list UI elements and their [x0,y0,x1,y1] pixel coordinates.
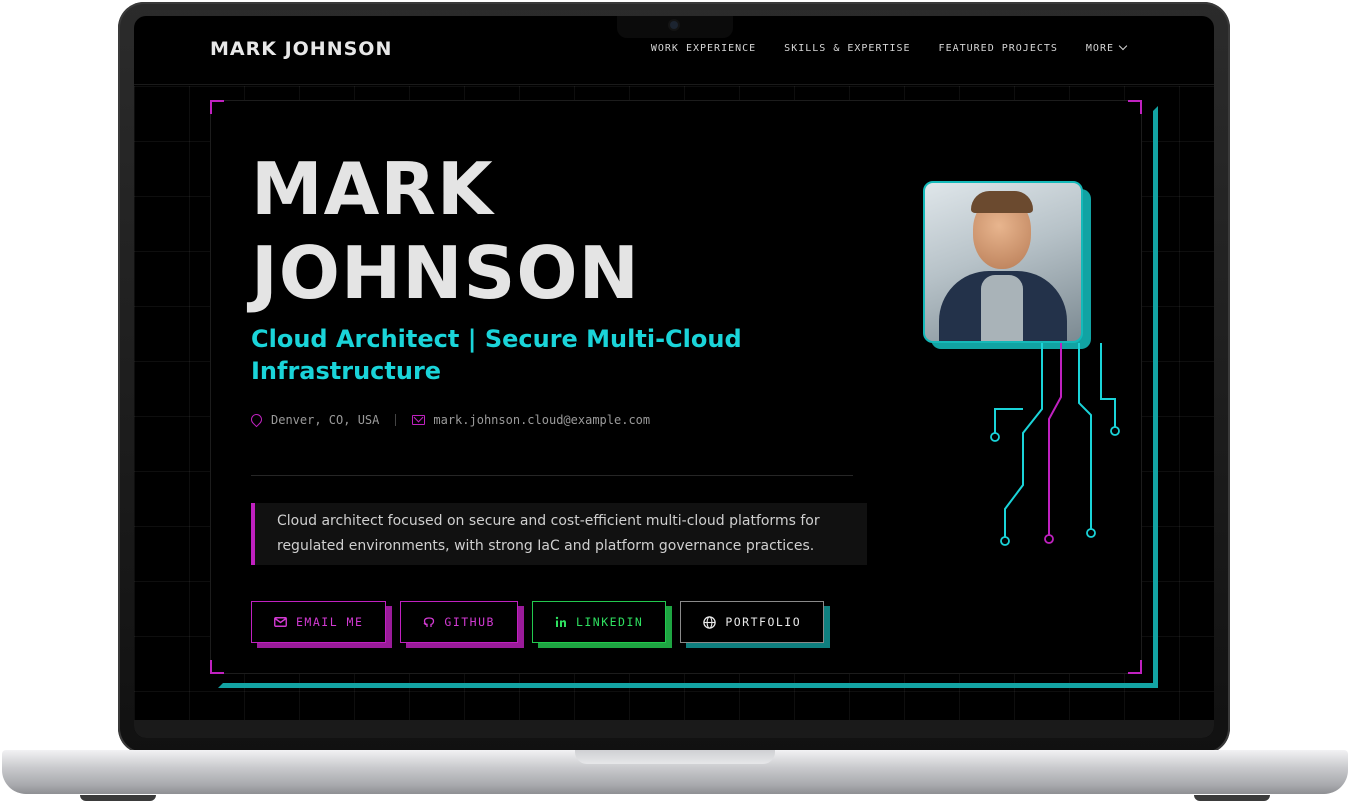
nav-more[interactable]: MORE [1085,41,1128,54]
nav-more-label: MORE [1085,43,1114,54]
globe-icon [703,615,717,629]
corner-accent [1128,660,1142,674]
trackpad-notch [575,750,775,764]
portfolio-label: PORTFOLIO [725,615,802,629]
divider [251,475,853,476]
hero-name-line2: JOHNSON [251,231,640,315]
site-brand[interactable]: MARK JOHNSON [210,38,392,60]
github-icon [423,617,435,627]
mail-icon [274,617,287,627]
chevron-down-icon [1118,41,1128,51]
summary-quote: Cloud architect focused on secure and co… [251,503,867,565]
email-text[interactable]: mark.johnson.cloud@example.com [433,413,650,427]
circuit-decoration [990,343,1120,546]
portfolio-button[interactable]: PORTFOLIO [680,601,825,643]
action-buttons: EMAIL ME GITHUB LINKEDIN PORTFOLIO [251,601,825,643]
github-label: GITHUB [444,615,495,629]
camera-icon [670,21,678,29]
linkedin-label: LINKEDIN [575,615,644,629]
main-nav: WORK EXPERIENCE SKILLS & EXPERTISE FEATU… [651,41,1128,54]
laptop-foot [1194,795,1270,801]
contact-meta: Denver, CO, USA mark.johnson.cloud@examp… [248,411,650,427]
map-pin-icon [248,411,265,427]
hero-card: MARK JOHNSON Cloud Architect | Secure Mu… [210,100,1142,674]
location-text: Denver, CO, USA [271,413,380,427]
corner-accent [210,100,224,114]
nav-skills-expertise[interactable]: SKILLS & EXPERTISE [784,43,910,54]
nav-work-experience[interactable]: WORK EXPERIENCE [651,43,756,54]
mail-icon [412,415,426,425]
linkedin-icon [555,616,566,627]
email-me-button[interactable]: EMAIL ME [251,601,387,643]
nav-featured-projects[interactable]: FEATURED PROJECTS [939,43,1058,54]
meta-separator [395,414,397,426]
avatar-shirt [981,275,1023,341]
avatar-hair [971,191,1033,213]
camera-notch [617,16,733,38]
linkedin-button[interactable]: LINKEDIN [531,601,667,643]
hero-name-line1: MARK [251,147,494,231]
corner-accent [1128,100,1142,114]
corner-accent [210,660,224,674]
laptop-foot [80,795,156,801]
hero-name: MARK JOHNSON [251,147,640,315]
laptop-screen: MARK JOHNSON WORK EXPERIENCE SKILLS & EX… [134,16,1214,738]
hero-subtitle: Cloud Architect | Secure Multi-Cloud Inf… [251,325,742,385]
avatar [923,181,1083,343]
email-me-label: EMAIL ME [296,615,364,629]
github-button[interactable]: GITHUB [400,601,518,643]
screen-bottom-bezel [134,720,1214,738]
